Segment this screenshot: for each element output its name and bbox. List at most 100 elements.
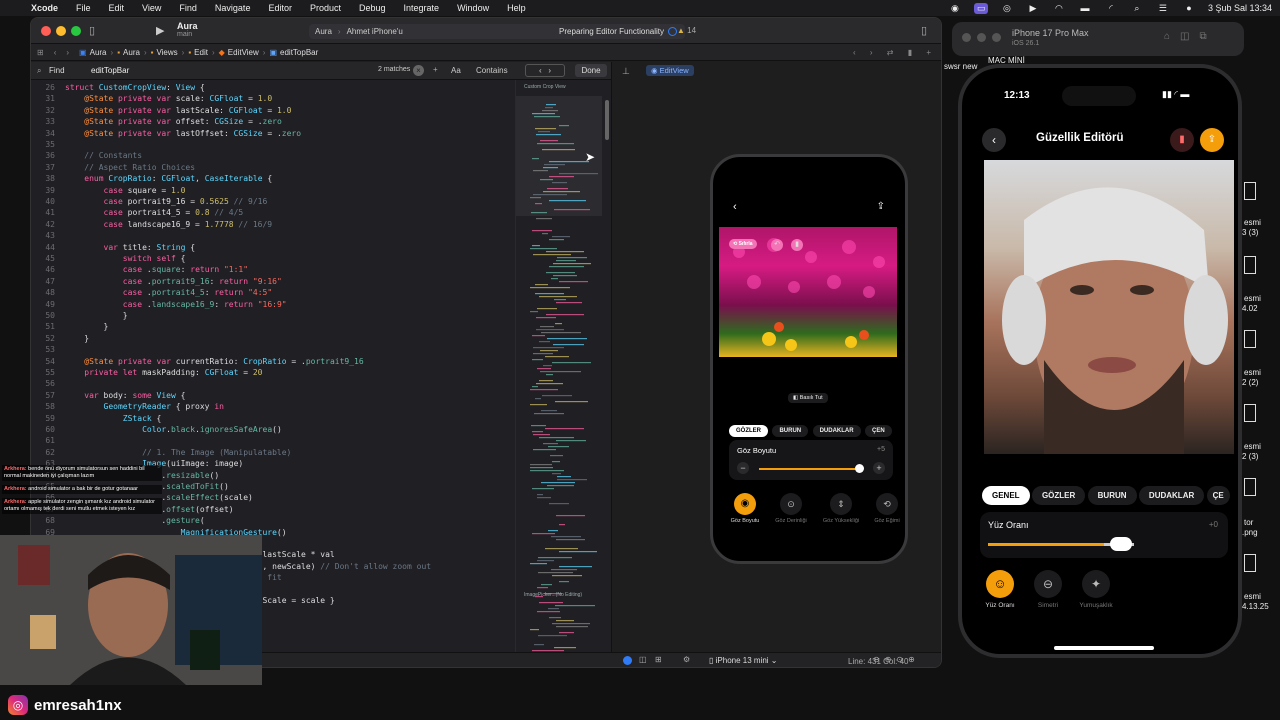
sidebar-toggle-icon[interactable]: ▯ xyxy=(89,24,95,37)
share-icon[interactable]: ⇪ xyxy=(877,201,885,212)
code-line[interactable]: 51 } xyxy=(31,321,515,332)
tool-smoothness[interactable]: ✦ Yumuşaklık xyxy=(1074,570,1118,609)
done-button[interactable]: Done xyxy=(575,64,607,77)
code-line[interactable]: 52 } xyxy=(31,333,515,344)
code-line[interactable]: 53 xyxy=(31,344,515,355)
desktop-file-label[interactable]: esmi xyxy=(1244,218,1261,227)
code-line[interactable]: 33 @State private var offset: CGSize = .… xyxy=(31,116,515,127)
menu-window[interactable]: Window xyxy=(448,3,498,13)
menu-navigate[interactable]: Navigate xyxy=(206,3,260,13)
pin-icon[interactable]: ⊥ xyxy=(622,66,630,77)
code-line[interactable]: 49 case .landscape16_9: return "16:9" xyxy=(31,299,515,310)
related-items-icon[interactable]: ⊞ xyxy=(37,48,44,57)
clear-search-icon[interactable]: × xyxy=(413,65,424,76)
warning-icon[interactable]: ▲ 14 xyxy=(677,26,696,35)
trash-icon[interactable]: ▮ xyxy=(791,239,803,251)
menu-editor[interactable]: Editor xyxy=(259,3,301,13)
preview-tab[interactable]: ◉ EditView xyxy=(646,65,694,76)
destination-selector[interactable]: Ahmet iPhone'u xyxy=(347,27,403,36)
menu-clock[interactable]: 3 Şub Sal 13:34 xyxy=(1208,3,1272,13)
tab-chin[interactable]: ÇE xyxy=(1206,486,1230,505)
code-line[interactable]: 35 xyxy=(31,139,515,150)
tab-eyes[interactable]: GÖZLER xyxy=(1031,486,1086,505)
code-line[interactable]: 50 } xyxy=(31,310,515,321)
siri-icon[interactable]: ● xyxy=(1182,3,1196,13)
breadcrumb-2[interactable]: Views xyxy=(156,48,177,57)
scrollbar[interactable] xyxy=(605,100,609,140)
code-line[interactable]: 60 Color.black.ignoresSafeArea() xyxy=(31,424,515,435)
desktop-file-label[interactable]: 3 (3) xyxy=(1242,228,1258,237)
tool-eye-height[interactable]: ⇕ Göz Yüksekliği xyxy=(817,493,865,524)
prev-next-match[interactable]: ‹ › xyxy=(525,64,565,77)
editor-options-icons[interactable]: ‹ › ⇄ ▮ + xyxy=(853,48,937,57)
hold-compare-button[interactable]: ◧ Basılı Tut xyxy=(788,393,828,403)
tool-eye-depth[interactable]: ⊙ Göz Derinliği xyxy=(769,493,813,524)
screen-record-icon[interactable]: ◉ xyxy=(948,3,962,14)
scheme-selector[interactable]: Aura xyxy=(315,27,332,36)
tab-lips[interactable]: DUDAKLAR xyxy=(812,425,861,437)
code-line[interactable]: 45 switch self { xyxy=(31,253,515,264)
desktop-file-label[interactable]: esmi xyxy=(1244,294,1261,303)
code-line[interactable]: 44 var title: String { xyxy=(31,242,515,253)
desktop-file-label[interactable]: esmi xyxy=(1244,592,1261,601)
increase-button[interactable]: + xyxy=(873,462,885,474)
breadcrumb-0[interactable]: Aura xyxy=(90,48,107,57)
code-line[interactable]: 34 @State private var lastOffset: CGSize… xyxy=(31,128,515,139)
live-preview-icon[interactable] xyxy=(623,656,632,665)
code-line[interactable]: 39 case square = 1.0 xyxy=(31,185,515,196)
match-type-dropdown[interactable]: Contains xyxy=(476,66,508,75)
code-line[interactable]: 48 case .portrait4_5: return "4:5" xyxy=(31,287,515,298)
file-icon[interactable] xyxy=(1244,478,1256,496)
play-icon[interactable]: ▶ xyxy=(1026,3,1040,14)
battery-icon[interactable]: ▬ xyxy=(1078,3,1092,13)
forward-icon[interactable]: › xyxy=(66,48,69,57)
run-button[interactable]: ▶ xyxy=(156,24,164,37)
tool-symmetry[interactable]: ⊖ Simetri xyxy=(1028,570,1068,609)
simulator-controls-icons[interactable]: ⌂◫⧉ xyxy=(1164,31,1217,42)
breadcrumb-4[interactable]: EditView xyxy=(228,48,259,57)
code-line[interactable]: 58 GeometryReader { proxy in xyxy=(31,401,515,412)
code-line[interactable]: 62 // 1. The Image (Manipulatable) xyxy=(31,447,515,458)
menu-find[interactable]: Find xyxy=(170,3,206,13)
inspector-toggle-icon[interactable]: ▯ xyxy=(921,24,927,37)
code-line[interactable]: 61 xyxy=(31,435,515,446)
close-window-button[interactable] xyxy=(41,26,51,36)
menu-file[interactable]: File xyxy=(67,3,100,13)
code-line[interactable]: 40 case portrait9_16 = 0.5625 // 9/16 xyxy=(31,196,515,207)
file-icon[interactable] xyxy=(1244,554,1256,572)
zoom-window-button[interactable] xyxy=(992,33,1001,42)
code-line[interactable]: 43 xyxy=(31,230,515,241)
tab-general[interactable]: GENEL xyxy=(982,486,1030,505)
code-line[interactable]: 47 case .portrait9_16: return "9:16" xyxy=(31,276,515,287)
minimize-window-button[interactable] xyxy=(977,33,986,42)
back-button[interactable]: ‹ xyxy=(982,128,1006,152)
tab-chin[interactable]: ÇEN xyxy=(865,425,892,437)
add-icon[interactable]: + xyxy=(433,65,438,74)
close-window-button[interactable] xyxy=(962,33,971,42)
control-center-app-icon[interactable]: ▭ xyxy=(973,2,988,14)
menu-app[interactable]: Xcode xyxy=(22,3,67,13)
code-line[interactable]: 32 @State private var lastScale: CGFloat… xyxy=(31,105,515,116)
reset-button[interactable]: ⟲ Sıfırla xyxy=(729,239,757,249)
file-icon[interactable] xyxy=(1244,182,1256,200)
desktop-file-label[interactable]: tor xyxy=(1244,518,1253,527)
desktop-file-label[interactable]: swsr new xyxy=(944,62,977,71)
focus-icon[interactable]: ◎ xyxy=(1000,3,1014,14)
case-sensitive-toggle[interactable]: Aa xyxy=(451,66,461,75)
code-line[interactable]: 42 case landscape16_9 = 1.7778 // 16/9 xyxy=(31,219,515,230)
file-icon[interactable] xyxy=(1244,404,1256,422)
back-icon[interactable]: ‹ xyxy=(54,48,57,57)
device-selector[interactable]: ▯ iPhone 13 mini ⌄ xyxy=(709,656,777,665)
menu-view[interactable]: View xyxy=(133,3,170,13)
save-icon[interactable]: ⇪ xyxy=(1200,128,1224,152)
desktop-file-label[interactable]: MAC MİNİ xyxy=(988,56,1025,65)
variants-icon[interactable]: ⊞ xyxy=(655,655,662,664)
tab-nose[interactable]: BURUN xyxy=(772,425,809,437)
desktop-file-label[interactable]: esmi xyxy=(1244,368,1261,377)
tool-eye-tilt[interactable]: ⟲ Göz Eğimi xyxy=(867,493,905,524)
minimap[interactable]: Custom Crop View ImagePicker...(No Editi… xyxy=(515,80,611,667)
code-line[interactable]: 41 case portrait4_5 = 0.8 // 4/5 xyxy=(31,207,515,218)
slider-fill[interactable] xyxy=(988,543,1104,546)
breadcrumb-1[interactable]: Aura xyxy=(123,48,140,57)
decrease-button[interactable]: − xyxy=(737,462,749,474)
